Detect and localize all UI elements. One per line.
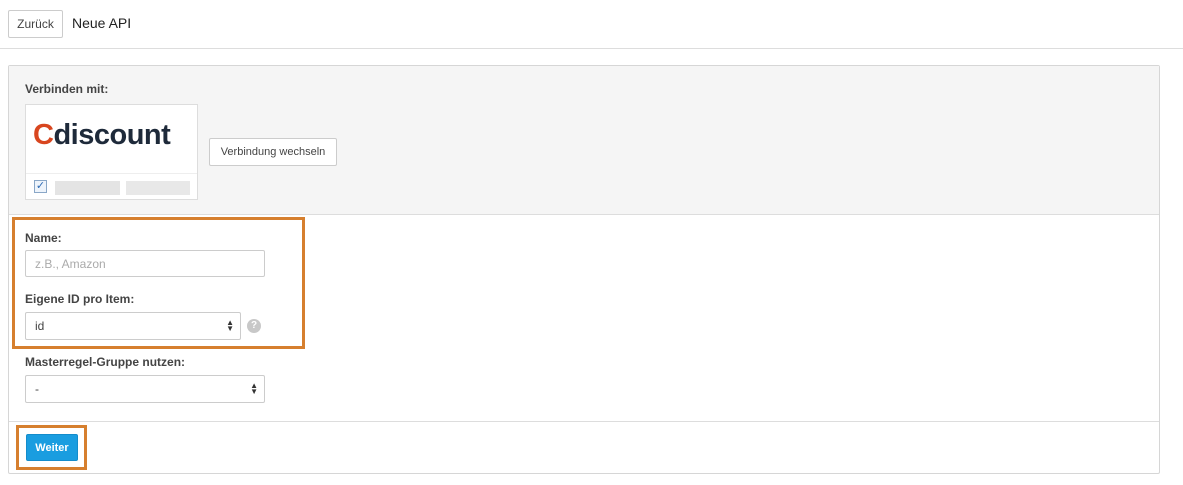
master-label: Masterregel-Gruppe nutzen:	[25, 355, 186, 369]
master-select[interactable]: - ▲ ▼	[25, 375, 265, 403]
connection-section: Verbinden mit: Cdiscount ✓ Verbindung we…	[9, 66, 1159, 215]
checkbox-icon[interactable]: ✓	[34, 180, 47, 193]
redacted-account	[55, 181, 120, 195]
logo-letter: C	[33, 119, 54, 151]
back-button[interactable]: Zurück	[8, 10, 63, 38]
highlight-box-form	[12, 217, 305, 349]
logo-rest: discount	[53, 119, 171, 151]
top-bar: Zurück Neue API	[0, 0, 1183, 49]
redacted-account-2	[126, 181, 190, 195]
highlight-box-button	[16, 425, 87, 470]
connect-label: Verbinden mit:	[25, 82, 109, 96]
card-divider	[26, 173, 197, 174]
cdiscount-logo: Cdiscount	[33, 119, 171, 152]
connection-card: Cdiscount ✓	[25, 104, 198, 200]
master-select-value: -	[35, 382, 39, 396]
page-title: Neue API	[72, 15, 132, 31]
footer-divider	[9, 421, 1159, 422]
switch-connection-button[interactable]: Verbindung wechseln	[209, 138, 337, 166]
select-caret-icon: ▲ ▼	[250, 381, 258, 396]
